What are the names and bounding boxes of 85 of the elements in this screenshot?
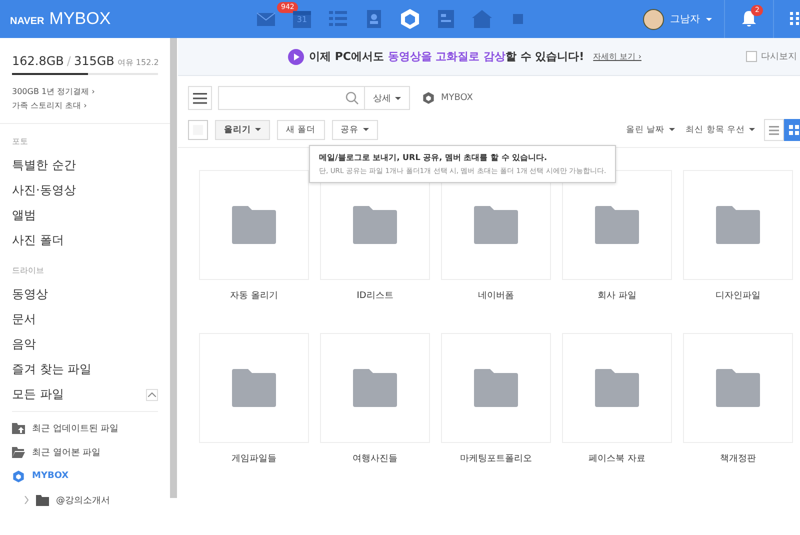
detail-dropdown[interactable]: 상세 [365, 86, 410, 110]
folder-tile[interactable] [199, 170, 309, 280]
used-storage: 162.8GB [12, 54, 64, 68]
folder-icon [595, 369, 639, 407]
folder-tile[interactable] [320, 333, 430, 443]
folder-name: 페이스북 자료 [588, 453, 646, 465]
folder-icon [232, 206, 276, 244]
folder-name: 자동 올리기 [230, 290, 278, 302]
folder-icon [716, 369, 760, 407]
tree-item[interactable]: 최근 열어본 파일 [12, 440, 158, 464]
folder-icon [595, 206, 639, 244]
folder-name: 회사 파일 [598, 290, 636, 302]
free-storage: 여유 152.2 [117, 57, 159, 68]
folder-name: 네이버폼 [478, 290, 514, 302]
sort-dropdown[interactable]: 최신 항목 우선 [684, 124, 757, 136]
apps-grid-icon[interactable] [790, 12, 800, 26]
nav-item[interactable]: 즐겨 찾는 파일 [12, 361, 92, 378]
notice-text: 이제 PC에서도 동영상을 고화질로 감상할 수 있습니다! [309, 49, 584, 64]
checkbox[interactable] [746, 51, 757, 62]
toolbar-button[interactable]: 공유 [332, 120, 378, 140]
mybox-app-icon[interactable] [398, 7, 422, 31]
toolbar-button[interactable]: 올리기 [215, 120, 270, 140]
folder-tile[interactable] [562, 333, 672, 443]
hexagon-icon [422, 91, 435, 105]
nav-item[interactable]: 문서 [12, 311, 36, 328]
calendar-date: 31 [296, 15, 308, 24]
total-storage: 315GB [74, 54, 114, 68]
tree-item[interactable]: MYBOX [12, 464, 158, 488]
nav-item[interactable]: 앨범 [12, 207, 36, 224]
menu-button[interactable] [188, 86, 212, 110]
search-icon[interactable] [345, 91, 359, 105]
nav-item[interactable]: 동영상 [12, 286, 48, 303]
details-link[interactable]: 자세히 보기 › [593, 51, 642, 62]
location-label: MYBOX [441, 93, 473, 103]
list-icon [769, 126, 779, 134]
tooltip-title: 메일/블로그로 보내기, URL 공유, 멤버 초대를 할 수 있습니다. [319, 152, 548, 163]
separator: / [66, 54, 71, 68]
folder-name: 마케팅포트폴리오 [460, 453, 532, 465]
folder-name: 책개정판 [720, 453, 756, 465]
folder-tile[interactable] [441, 333, 551, 443]
section-title: 드라이브 [12, 265, 45, 276]
folder-icon [353, 206, 397, 244]
folder-icon [474, 369, 518, 407]
grid-icon [789, 125, 799, 135]
folder-name: 게임파일들 [232, 453, 276, 465]
storage-link[interactable]: 가족 스토리지 초대 › [12, 99, 158, 113]
folder-icon [716, 206, 760, 244]
nav-item[interactable]: 사진·동영상 [12, 182, 76, 199]
folder-upload-icon [12, 422, 25, 434]
checkbox-label: 다시보지 [761, 51, 797, 63]
section-title: 포토 [12, 136, 29, 147]
folder-tile[interactable] [683, 170, 793, 280]
folder-icon [232, 369, 276, 407]
nav-item[interactable]: 음악 [12, 336, 36, 353]
folder-tile[interactable] [199, 333, 309, 443]
toolbar-button[interactable]: 새 폴더 [277, 120, 325, 140]
nav-item[interactable]: 모든 파일 [12, 386, 64, 403]
nav-item[interactable]: 사진 폴더 [12, 232, 64, 249]
avatar-icon [643, 8, 664, 30]
collapse-button[interactable] [146, 388, 158, 400]
play-icon [288, 48, 304, 64]
folder-icon [353, 369, 397, 407]
hexagon-icon [12, 470, 25, 482]
logo[interactable]: NAVER MYBOX [10, 9, 230, 29]
scrollbar[interactable] [170, 38, 177, 498]
folder-tile[interactable] [683, 333, 793, 443]
search-field[interactable] [218, 86, 365, 110]
tree-item[interactable]: @강의소개서 [12, 488, 158, 512]
tree-item[interactable]: 최근 업데이트된 파일 [12, 416, 158, 440]
home-app-icon[interactable] [470, 7, 494, 31]
storage-link[interactable]: 300GB 1년 정기결제 › [12, 85, 158, 99]
open-folder-icon [12, 446, 25, 458]
folder-name: 여행사진들 [352, 453, 398, 465]
sort-dropdown[interactable]: 올린 날짜 [624, 124, 677, 136]
chevron-icon [148, 392, 156, 397]
menu-icon [193, 92, 207, 104]
folder-name: 디자인파일 [716, 290, 760, 302]
folder-name: ID리스트 [356, 290, 394, 302]
folder-icon [36, 494, 49, 506]
nav-item[interactable]: 특별한 순간 [12, 157, 76, 174]
grid-view-button[interactable] [784, 119, 800, 141]
bell-icon[interactable] [741, 10, 757, 28]
folder-icon [474, 206, 518, 244]
list-view-button[interactable] [764, 119, 784, 141]
select-all-checkbox[interactable] [188, 120, 208, 140]
